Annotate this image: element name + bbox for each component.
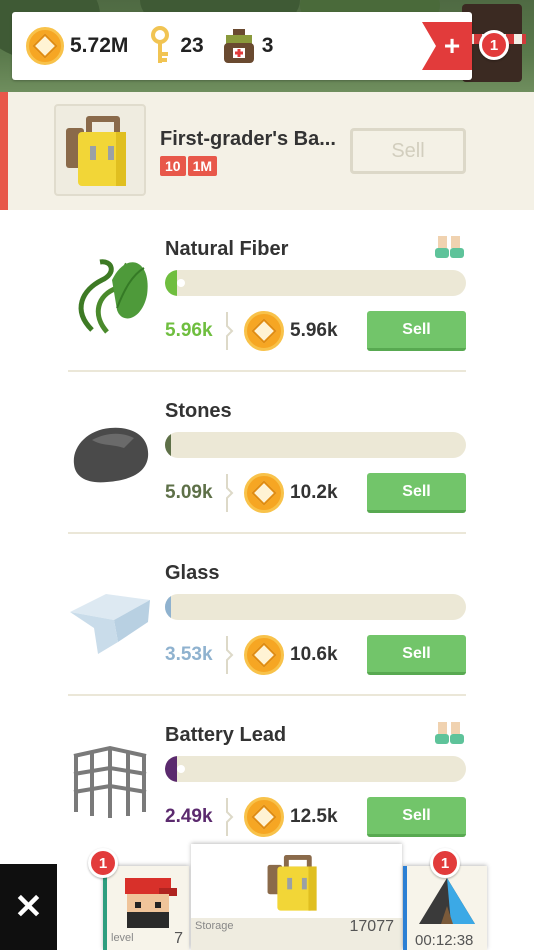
storage-label: Storage [195, 920, 234, 932]
item-name: Battery Lead [165, 724, 287, 746]
list-item: Glass 3.53k 10.6k Sell [0, 534, 534, 696]
list-item: Battery Lead 2.49k 12.5k Sell [0, 696, 534, 858]
level-label: level [111, 932, 134, 944]
level-badge: 1 [88, 848, 118, 878]
backpack-icon [267, 855, 317, 911]
coin-icon [244, 635, 284, 675]
close-button[interactable]: ✕ [0, 864, 57, 950]
progress-bar [165, 270, 466, 296]
plus-icon: + [443, 30, 461, 61]
coin-icon [26, 27, 64, 65]
sell-button[interactable]: Sell [367, 473, 466, 513]
item-tags: 10 1M [160, 156, 219, 176]
storage-card[interactable]: Storage 17077 [191, 844, 402, 950]
first-aid-value: 3 [261, 34, 274, 57]
item-thumbnail[interactable] [54, 104, 146, 196]
coins-counter: 5.72M [26, 27, 128, 65]
worker-feet-icon [435, 236, 464, 258]
coin-icon [244, 797, 284, 837]
keys-counter: 23 [146, 26, 204, 66]
storage-value: 17077 [349, 918, 395, 935]
item-count: 5.96k [165, 320, 213, 341]
bottom-dock: ✕ level 7 1 Storage 17077 00:12:38 1 [0, 844, 534, 950]
item-name: Natural Fiber [165, 238, 289, 260]
item-name: Stones [165, 400, 232, 422]
separator-chevron [226, 798, 234, 836]
item-price: 12.5k [290, 806, 338, 827]
key-icon [151, 26, 170, 63]
list-item: Natural Fiber 5.96k 5.96k Sell [0, 210, 534, 372]
close-icon: ✕ [14, 888, 43, 926]
item-name: Glass [165, 562, 220, 584]
tent-badge: 1 [430, 848, 460, 878]
battery-lead-icon [73, 745, 147, 818]
coins-value: 5.72M [70, 34, 129, 57]
keys-value: 23 [180, 34, 204, 57]
progress-bar [165, 594, 466, 620]
sell-button[interactable]: Sell [367, 797, 466, 837]
item-name: First-grader's Ba... [160, 128, 336, 150]
tent-icon [419, 878, 475, 924]
backpack-icon [66, 116, 126, 186]
item-count: 2.49k [165, 806, 213, 827]
coin-icon [244, 311, 284, 351]
separator-chevron [226, 474, 234, 512]
progress-bar [165, 432, 466, 458]
worker-feet-icon [435, 722, 464, 744]
sell-button[interactable]: Sell [367, 635, 466, 675]
list-item: Stones 5.09k 10.2k Sell [0, 372, 534, 534]
coin-icon [244, 473, 284, 513]
glass-icon [70, 594, 150, 654]
item-price: 10.2k [290, 482, 338, 503]
item-count: 5.09k [165, 482, 213, 503]
item-price: 10.6k [290, 644, 338, 665]
resource-list[interactable]: Natural Fiber 5.96k 5.96k Sell Stones 5.… [0, 210, 534, 950]
level-value: 7 [174, 930, 183, 947]
equipped-item-row: First-grader's Ba... 10 1M Sell [0, 92, 534, 210]
item-price: 5.96k [290, 320, 338, 341]
first-aid-counter: 3 [222, 27, 274, 65]
item-count: 3.53k [165, 644, 213, 665]
progress-bar [165, 756, 466, 782]
item-level-tag: 10 [160, 156, 186, 176]
timer-value: 00:12:38 [415, 932, 474, 949]
resource-bar: 5.72M 23 3 [12, 12, 472, 80]
level-card[interactable]: level 7 [103, 866, 189, 950]
tent-card[interactable]: 00:12:38 [403, 866, 487, 950]
notification-badge[interactable]: 1 [479, 30, 509, 60]
stones-icon [73, 427, 149, 483]
sell-button[interactable]: Sell [367, 311, 466, 351]
first-aid-kit-icon [223, 29, 254, 63]
character-avatar-icon [125, 878, 177, 928]
item-value-tag: 1M [187, 156, 218, 176]
sell-equipped-button[interactable]: Sell [350, 128, 466, 174]
separator-chevron [226, 636, 234, 674]
natural-fiber-icon [78, 259, 148, 334]
separator-chevron [226, 312, 234, 350]
